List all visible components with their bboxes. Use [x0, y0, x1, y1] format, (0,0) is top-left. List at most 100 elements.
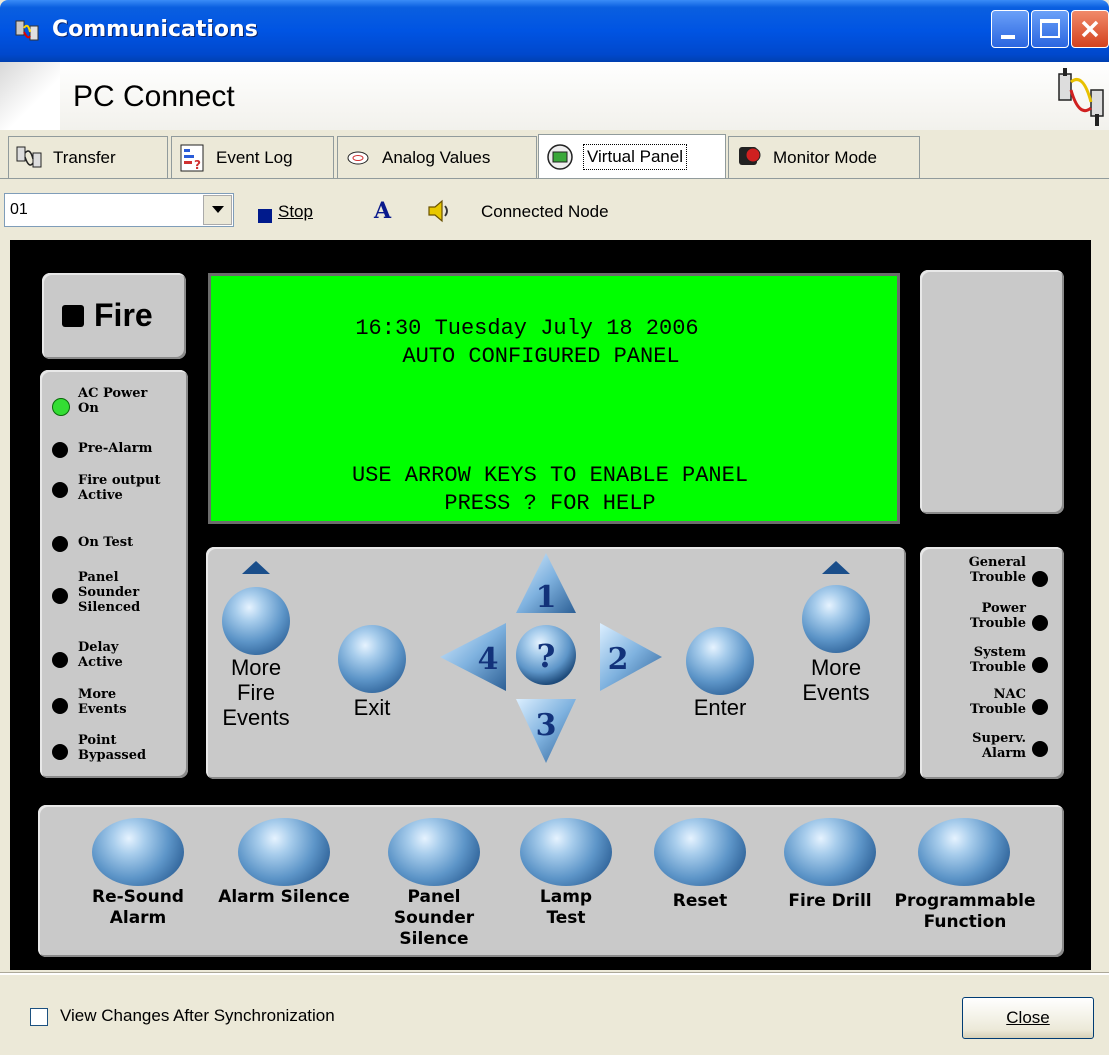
- tab-analog-values[interactable]: Analog Values: [337, 136, 537, 178]
- led-label: More Events: [78, 687, 127, 717]
- pre-alarm-led: [52, 442, 68, 458]
- maximize-button[interactable]: [1031, 10, 1069, 48]
- trouble-label: System Trouble: [970, 645, 1026, 675]
- delay-active-led: [52, 652, 68, 668]
- programmable-function-label: Programmable Function: [894, 891, 1036, 932]
- close-button-label: Close: [1006, 1008, 1050, 1027]
- reset-button[interactable]: [654, 818, 746, 886]
- trouble-label: Superv. Alarm: [972, 731, 1026, 761]
- fire-drill-label: Fire Drill: [788, 891, 872, 911]
- panel-sounder-silence-button[interactable]: [388, 818, 480, 886]
- minimize-button[interactable]: [991, 10, 1029, 48]
- help-button[interactable]: ?: [516, 625, 576, 685]
- arrow-keypad: 1 4 ? 2 3: [440, 553, 662, 763]
- tab-transfer-label: Transfer: [53, 147, 116, 167]
- fire-label: Fire: [94, 297, 153, 333]
- led-label: On Test: [78, 535, 134, 550]
- speaker-icon[interactable]: [426, 197, 454, 225]
- minimize-icon: [1001, 35, 1015, 39]
- led-label: Panel Sounder Silenced: [78, 570, 141, 615]
- left-button[interactable]: 4: [440, 623, 506, 691]
- system-trouble-led: [1032, 657, 1048, 673]
- tab-virtual-panel-label: Virtual Panel: [583, 143, 688, 170]
- trouble-led-group: General Trouble Power Trouble System Troubl…: [920, 547, 1064, 779]
- transfer-icon: [15, 143, 45, 173]
- page-title: PC Connect: [73, 80, 235, 113]
- trouble-label: General Trouble: [968, 555, 1026, 585]
- status-led-group: AC Power On Pre-Alarm Fire output Active O…: [40, 370, 188, 778]
- header-swoosh: [0, 62, 60, 130]
- connector-icon: [1055, 68, 1109, 126]
- led-label: Point Bypassed: [78, 733, 147, 763]
- view-changes-checkbox[interactable]: [30, 1008, 48, 1026]
- function-button-group: Re-Sound Alarm Alarm Silence Panel Sounder…: [38, 805, 1064, 957]
- more-events-label: More Events: [802, 655, 870, 705]
- help-key-label: ?: [537, 637, 556, 675]
- led-label: Fire output Active: [78, 473, 161, 503]
- node-select[interactable]: [4, 193, 234, 227]
- window-title: Communications: [52, 17, 258, 42]
- down-button[interactable]: 3: [516, 699, 576, 763]
- on-test-led: [52, 536, 68, 552]
- down-key-label: 3: [536, 708, 557, 743]
- led-label: Pre-Alarm: [78, 441, 153, 456]
- tab-event-log-label: Event Log: [216, 147, 293, 167]
- more-fire-events-button[interactable]: [222, 587, 290, 655]
- more-events-button[interactable]: [802, 585, 870, 653]
- alarm-silence-label: Alarm Silence: [218, 887, 350, 907]
- maximize-icon: [1040, 19, 1060, 38]
- node-dropdown-button[interactable]: [203, 195, 232, 225]
- tab-virtual-panel[interactable]: Virtual Panel: [538, 134, 726, 179]
- blank-indicator: [920, 270, 1064, 514]
- stop-icon: [258, 209, 272, 223]
- footer-divider: [0, 972, 1109, 975]
- close-button[interactable]: Close: [962, 997, 1094, 1039]
- enter-button[interactable]: [686, 627, 754, 695]
- fire-led: [62, 305, 84, 327]
- programmable-function-button[interactable]: [918, 818, 1010, 886]
- close-icon: [1081, 20, 1099, 38]
- virtual-panel-icon: [545, 142, 575, 172]
- up-button[interactable]: 1: [516, 553, 576, 615]
- node-value: 01: [10, 201, 28, 218]
- right-button[interactable]: 2: [600, 623, 662, 691]
- exit-label: Exit: [353, 695, 391, 720]
- panel-sounder-silence-label: Panel Sounder Silence: [393, 887, 475, 949]
- more-fire-events-label: More Fire Events: [222, 655, 290, 730]
- communications-icon: [14, 18, 42, 44]
- more-events-led: [52, 698, 68, 714]
- point-bypassed-led: [52, 744, 68, 760]
- supervisory-alarm-led: [1032, 741, 1048, 757]
- up-arrow-icon: [242, 561, 270, 574]
- resound-alarm-button[interactable]: [92, 818, 184, 886]
- lcd-line: 16:30 Tuesday July 18 2006: [355, 316, 699, 341]
- view-changes-label: View Changes After Synchronization: [60, 1006, 335, 1025]
- alarm-silence-button[interactable]: [238, 818, 330, 886]
- tab-monitor-mode[interactable]: Monitor Mode: [728, 136, 920, 178]
- ac-power-led: [52, 398, 70, 416]
- lcd-display: 16:30 Tuesday July 18 2006 AUTO CONFIGUR…: [208, 273, 900, 524]
- reset-label: Reset: [672, 891, 728, 911]
- left-key-label: 4: [478, 642, 499, 677]
- fire-drill-button[interactable]: [784, 818, 876, 886]
- exit-button[interactable]: [338, 625, 406, 693]
- event-log-icon: ?: [178, 143, 208, 173]
- tab-analog-values-label: Analog Values: [382, 147, 491, 167]
- smoke-detector-icon: [344, 143, 374, 173]
- trouble-label: Power Trouble: [970, 601, 1026, 631]
- nac-trouble-led: [1032, 699, 1048, 715]
- lamp-test-button[interactable]: [520, 818, 612, 886]
- close-window-button[interactable]: [1071, 10, 1109, 48]
- led-label: Delay Active: [78, 640, 123, 670]
- monitor-mode-icon: [735, 143, 765, 173]
- lcd-line: USE ARROW KEYS TO ENABLE PANEL: [351, 463, 749, 488]
- connected-node-label: Connected Node: [481, 202, 609, 221]
- tab-event-log[interactable]: ? Event Log: [171, 136, 334, 178]
- panel-sounder-silenced-led: [52, 588, 68, 604]
- navigation-keypad: More Fire Events Exit 1 4 ? 2 3 Enter Mo…: [206, 547, 906, 779]
- lcd-line: AUTO CONFIGURED PANEL: [402, 344, 680, 369]
- stop-button[interactable]: Stop: [278, 202, 313, 222]
- font-button[interactable]: A: [374, 198, 391, 224]
- lamp-test-label: Lamp Test: [539, 887, 593, 928]
- tab-transfer[interactable]: Transfer: [8, 136, 168, 178]
